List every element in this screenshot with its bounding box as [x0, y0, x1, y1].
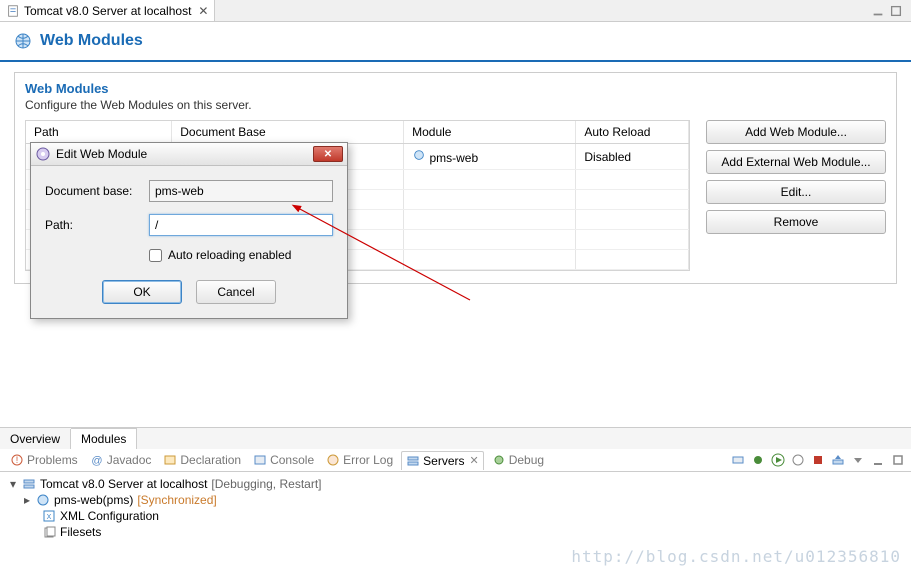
view-console[interactable]: Console	[249, 451, 318, 469]
svg-text:!: !	[16, 455, 19, 465]
view-errorlog[interactable]: Error Log	[322, 451, 397, 469]
add-external-web-module-button[interactable]: Add External Web Module...	[706, 150, 886, 174]
module-icon	[36, 493, 50, 507]
cell-module: pms-web	[404, 144, 576, 170]
docbase-label: Document base:	[45, 184, 149, 198]
config-node[interactable]: X XML Configuration	[42, 508, 903, 524]
xml-icon: X	[42, 509, 56, 523]
views-bar: ! Problems @ Javadoc Declaration Console…	[0, 449, 911, 472]
expander-icon[interactable]: ▾	[8, 477, 18, 491]
publish-icon[interactable]	[831, 453, 845, 467]
servers-icon	[406, 454, 420, 468]
console-icon	[253, 453, 267, 467]
bug-icon[interactable]	[751, 453, 765, 467]
watermark: http://blog.csdn.net/u012356810	[571, 547, 901, 566]
errorlog-icon	[326, 453, 340, 467]
ok-button[interactable]: OK	[102, 280, 182, 304]
stop-icon[interactable]	[811, 453, 825, 467]
editor-tab[interactable]: Tomcat v8.0 Server at localhost ✕	[0, 0, 215, 21]
debug-icon	[492, 453, 506, 467]
edit-button[interactable]: Edit...	[706, 180, 886, 204]
maximize-icon[interactable]	[889, 4, 903, 18]
minimize-icon[interactable]	[871, 4, 885, 18]
tab-overview[interactable]: Overview	[0, 429, 71, 449]
servers-panel: ▾ Tomcat v8.0 Server at localhost [Debug…	[0, 472, 911, 572]
profile-icon[interactable]	[791, 453, 805, 467]
remove-button[interactable]: Remove	[706, 210, 886, 234]
cell-reload: Disabled	[576, 144, 689, 170]
gear-icon	[35, 146, 51, 162]
view-declaration[interactable]: Declaration	[159, 451, 245, 469]
close-button[interactable]: ✕	[313, 146, 343, 162]
col-module[interactable]: Module	[404, 121, 576, 144]
declaration-icon	[163, 453, 177, 467]
section-description: Configure the Web Modules on this server…	[25, 98, 886, 112]
docbase-input[interactable]	[149, 180, 333, 202]
filesets-node[interactable]: Filesets	[42, 524, 903, 540]
view-problems[interactable]: ! Problems	[6, 451, 82, 469]
path-input[interactable]	[149, 214, 333, 236]
svg-text:@: @	[91, 455, 102, 467]
dialog-titlebar[interactable]: Edit Web Module ✕	[31, 143, 347, 166]
javadoc-icon: @	[90, 453, 104, 467]
svg-text:X: X	[47, 514, 52, 521]
run-icon[interactable]	[771, 453, 785, 467]
minimize-icon[interactable]	[871, 453, 885, 467]
server-node[interactable]: ▾ Tomcat v8.0 Server at localhost [Debug…	[8, 476, 903, 492]
tab-modules[interactable]: Modules	[71, 428, 137, 449]
path-label: Path:	[45, 218, 149, 232]
dialog-title: Edit Web Module	[56, 147, 147, 161]
editor-tab-bar: Tomcat v8.0 Server at localhost ✕	[0, 0, 911, 22]
view-debug[interactable]: Debug	[488, 451, 548, 469]
col-docbase[interactable]: Document Base	[172, 121, 404, 144]
module-icon	[412, 148, 426, 162]
problems-icon: !	[10, 453, 24, 467]
menu-chevron-icon[interactable]	[851, 453, 865, 467]
view-javadoc[interactable]: @ Javadoc	[86, 451, 156, 469]
server-icon	[22, 477, 36, 491]
editor-tab-title: Tomcat v8.0 Server at localhost	[24, 4, 191, 18]
auto-reload-checkbox[interactable]	[149, 249, 162, 262]
add-web-module-button[interactable]: Add Web Module...	[706, 120, 886, 144]
cancel-button[interactable]: Cancel	[196, 280, 276, 304]
page-header: Web Modules	[0, 22, 911, 62]
file-icon	[6, 4, 20, 18]
fileset-icon	[42, 525, 56, 539]
toolbar-icon[interactable]	[731, 453, 745, 467]
page-title: Web Modules	[40, 32, 143, 50]
section-title: Web Modules	[25, 81, 886, 96]
edit-web-module-dialog: Edit Web Module ✕ Document base: Path: A…	[30, 142, 348, 319]
expander-icon[interactable]: ▸	[22, 493, 32, 507]
globe-icon	[14, 32, 32, 50]
close-icon[interactable]: ✕	[198, 4, 208, 18]
close-icon[interactable]: ✕	[470, 454, 479, 467]
col-reload[interactable]: Auto Reload	[576, 121, 689, 144]
col-path[interactable]: Path	[26, 121, 172, 144]
auto-reload-label: Auto reloading enabled	[168, 248, 291, 262]
editor-bottom-tabs: Overview Modules	[0, 427, 911, 449]
module-node[interactable]: ▸ pms-web(pms) [Synchronized]	[22, 492, 903, 508]
view-servers[interactable]: Servers ✕	[401, 451, 484, 470]
maximize-icon[interactable]	[891, 453, 905, 467]
